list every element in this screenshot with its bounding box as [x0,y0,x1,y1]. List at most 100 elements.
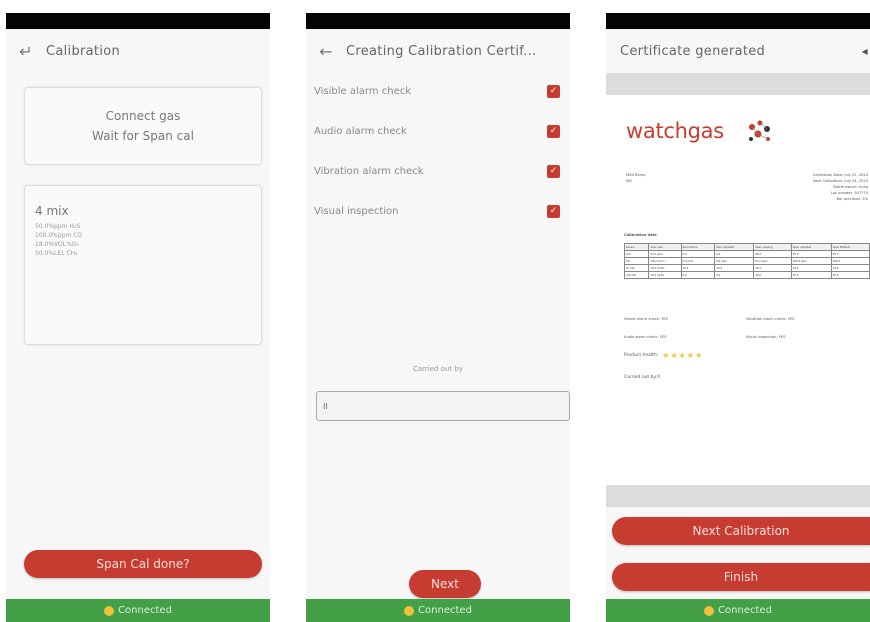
table-cell: H₂S [623,250,650,258]
column-header: Span Gas [648,243,682,251]
certificate-checklist-screen: ← Creating Calibration Certif... Visible… [306,13,570,622]
check-label: Vibration alarm check [314,165,424,177]
checkbox[interactable]: ✓ [547,164,560,178]
status-bar [306,13,570,29]
table-cell: 0.0 [680,250,716,258]
next-button[interactable]: Next [409,570,481,598]
star-rating-icon: ★★★★★ [662,351,704,360]
mix-title: 4 mix [35,204,69,218]
checkbox[interactable]: ✓ [547,204,560,218]
check-row[interactable]: Visual inspection ✓ [306,191,570,231]
checkbox[interactable]: ✓ [547,84,560,98]
column-header: Span reading [753,243,792,251]
status-bar [606,13,870,29]
gas-line: 50.0%LEL CH₄ [35,250,78,257]
check-label: Visual inspection [314,205,399,217]
checkbox[interactable]: ✓ [547,124,560,138]
column-header: Zero adjusted [714,243,755,251]
table-cell: 100.0 ppm [790,257,832,265]
vibration-alarm-result: Vibration alarm check: YES [746,317,795,321]
gas-line: 50.0%ppm H₂S [35,223,81,230]
gas-mix-card: 4 mix 50.0%ppm H₂S 100.0%ppm CO 18.0%VOL… [24,185,262,345]
next-calibration-date: Next Calibration: July 24, 2025 [812,179,868,183]
calibration-screen: ↵ Calibration Connect gas Wait for Span … [6,13,270,622]
span-cal-done-button[interactable]: Span Cal done? [24,550,262,578]
column-header: Sensor [623,243,650,251]
return-arrow-icon[interactable]: ↵ [6,42,46,61]
calibration-date: Calibration Date: July 25, 2024 [812,173,868,177]
finish-button[interactable]: Finish [612,563,870,591]
carried-out-by: Carried out by:II [624,375,660,380]
table-row: H₂S 50.0 ppm 0.0 0.0 48.0 50.0 50.0 [623,250,870,258]
visual-inspection-result: Visual inspection: YES [746,335,786,339]
check-label: Visible alarm check [314,85,412,97]
lot-number: Lot number: 307774 [831,191,868,195]
instruction-line-2: Wait for Span cal [92,129,194,143]
page-title: Calibration [46,43,121,59]
status-bar [6,13,270,29]
check-row[interactable]: Vibration alarm check ✓ [306,151,570,191]
connection-label: Connected [418,605,472,616]
carried-out-label: Carried out by [412,365,463,373]
table-cell: O₂ Cell [623,264,650,272]
table-cell: 50.0 %LEL [648,271,682,279]
pdf-bottom-bar [606,485,870,507]
table-cell: 18.0 %VOL [648,264,682,272]
table-cell: 100.0 ppm [648,257,682,265]
table-cell: 50.0 [830,271,870,279]
column-header: Span Bottle% [830,243,870,251]
check-row[interactable]: Visible alarm check ✓ [306,71,570,111]
connection-bar: Connected [606,599,870,622]
bottle-owner: Bottle owner: d-rep [833,185,868,189]
table-cell: 50.0 ppm [648,250,682,258]
connection-status-icon [404,605,415,616]
table-cell: 0.0 [680,271,716,279]
table-cell: 20.9 [714,264,755,272]
table-cell: 20.9 [680,264,716,272]
audio-alarm-result: Audio alarm check: YES [624,335,667,339]
device-serial: SN: [626,179,633,183]
table-cell: 0.0 ppm [714,257,755,265]
watchgas-logo: watchgas [626,119,724,143]
back-arrow-icon[interactable]: ← [306,42,346,61]
share-icon[interactable]: ◂ [862,44,868,58]
check-label: Audio alarm check [314,125,407,137]
table-cell: 97.0 ppm [753,257,792,265]
logo-molecule-icon [749,120,770,141]
certificate-document: watchgas MX4 Ramp SN: Calibration Date: … [606,95,870,485]
page-title: Certificate generated [620,43,766,59]
app-bar: Certificate generated ◂ [606,29,870,73]
next-calibration-button[interactable]: Next Calibration [612,517,870,545]
device-name: MX4 Ramp [626,173,646,177]
table-cell: 18.2 [753,264,792,272]
app-bar: ← Creating Calibration Certif... [306,29,570,73]
connection-status-icon [704,605,715,616]
table-header-row: Sensor Span Gas Zero before Zero adjuste… [623,243,870,251]
column-header: Zero before [680,243,716,251]
table-row: CO 100.0 ppm 0.0 ppm 0.0 ppm 97.0 ppm 10… [623,257,870,265]
connection-label: Connected [118,605,172,616]
table-cell: 48.0 [753,250,792,258]
table-cell: 50.0 [790,250,832,258]
instruction-line-1: Connect gas [105,109,181,123]
bar-precision: Bar precision: 3% [836,197,868,201]
product-health: Product health: ★★★★★ [624,351,703,360]
table-cell: 18.0 [830,264,870,272]
app-bar: ↵ Calibration [6,29,270,73]
table-row: CH₄ LEL 50.0 %LEL 0.0 0.0 49.0 50.0 50.0 [623,271,870,279]
gas-line: 18.0%VOL%O₂ [35,241,79,248]
carried-out-input[interactable]: II [316,391,570,421]
check-row[interactable]: Audio alarm check ✓ [306,111,570,151]
table-row: O₂ Cell 18.0 %VOL 20.9 20.9 18.2 18.0 18… [623,264,870,272]
connection-status-icon [104,605,115,616]
page-title: Creating Calibration Certif... [346,43,537,59]
column-header: Span adjusted [790,243,832,251]
gas-line: 100.0%ppm CO [35,232,83,239]
connection-label: Connected [718,605,772,616]
pdf-toolbar [606,73,870,95]
table-cell: 18.0 [790,264,832,272]
table-cell: CH₄ LEL [623,271,650,279]
table-cell: 49.0 [753,271,792,279]
instruction-card: Connect gas Wait for Span cal [24,87,262,165]
calibration-table: Sensor Span Gas Zero before Zero adjuste… [623,243,870,279]
